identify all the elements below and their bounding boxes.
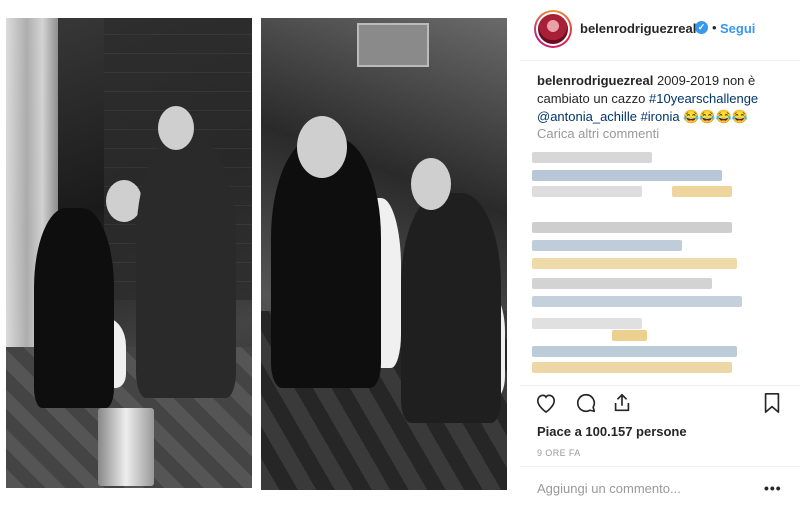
post-sidebar: belenrodriguezreal ✓ • Segui belenrodrig…	[520, 0, 800, 512]
post-header: belenrodriguezreal ✓ • Segui	[520, 0, 800, 60]
caption-username[interactable]: belenrodriguezreal	[537, 73, 653, 88]
divider	[520, 385, 800, 386]
person-left-face	[297, 116, 347, 178]
person-left	[34, 208, 114, 408]
person-right	[401, 193, 501, 423]
person-right-face	[411, 158, 451, 210]
wall-panel	[357, 23, 429, 67]
divider	[520, 60, 800, 61]
person-right-face	[158, 106, 194, 150]
load-more-comments-button[interactable]: Carica altri commenti	[537, 126, 659, 141]
add-comment-input[interactable]: Aggiungi un commento...	[537, 481, 681, 496]
likes-count[interactable]: Piace a 100.157 persone	[537, 424, 687, 439]
caption-emojis: 😂😂😂😂	[683, 109, 748, 124]
divider	[520, 466, 800, 467]
trash-bin	[98, 408, 154, 486]
username[interactable]: belenrodriguezreal	[580, 21, 696, 36]
comment-bubble-icon[interactable]	[574, 391, 598, 415]
post-timestamp: 9 ORE FA	[537, 448, 581, 458]
mention-antonia-achille[interactable]: @antonia_achille	[537, 109, 637, 124]
post-caption: belenrodriguezreal 2009-2019 non è cambi…	[537, 72, 787, 126]
bookmark-icon[interactable]	[760, 391, 784, 415]
photo-2019	[261, 18, 507, 490]
more-options-icon[interactable]: •••	[764, 480, 782, 496]
heart-icon[interactable]	[534, 391, 558, 415]
avatar[interactable]	[534, 10, 572, 48]
separator-dot: •	[712, 20, 717, 35]
action-bar	[520, 389, 800, 419]
hashtag-ironia[interactable]: #ironia	[641, 109, 680, 124]
share-icon[interactable]	[610, 391, 634, 415]
verified-badge-icon: ✓	[695, 21, 708, 34]
follow-button[interactable]: Segui	[720, 21, 755, 36]
photo-2009	[6, 18, 252, 488]
person-right	[136, 138, 236, 398]
blurred-comments	[532, 150, 790, 382]
hashtag-10yearschallenge[interactable]: #10yearschallenge	[649, 91, 758, 106]
post-media[interactable]	[0, 0, 520, 512]
